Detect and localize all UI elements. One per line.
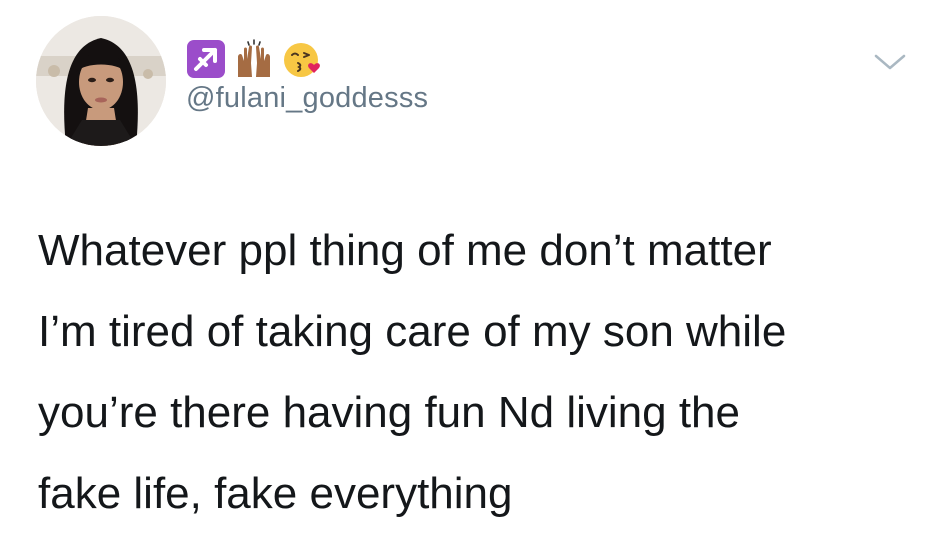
tweet-text-line: you’re there having fun Nd living the — [38, 388, 740, 437]
raising-hands-icon — [234, 39, 274, 79]
avatar[interactable] — [36, 16, 166, 146]
chevron-down-icon[interactable] — [872, 50, 908, 74]
avatar-image — [36, 16, 166, 146]
tweet-text: Whatever ppl thing of me don’t matter I’… — [38, 210, 918, 534]
tweet-card: @fulani_goddesss Whatever ppl thing of m… — [0, 0, 944, 544]
face-blowing-kiss-icon — [282, 39, 322, 79]
tweet-text-line: I’m tired of taking care of my son while — [38, 307, 787, 356]
display-name[interactable] — [186, 38, 322, 80]
sagittarius-icon — [186, 39, 226, 79]
tweet-text-line: Whatever ppl thing of me don’t matter — [38, 226, 772, 275]
tweet-text-line: fake life, fake everything — [38, 469, 513, 518]
user-handle[interactable]: @fulani_goddesss — [186, 82, 428, 115]
